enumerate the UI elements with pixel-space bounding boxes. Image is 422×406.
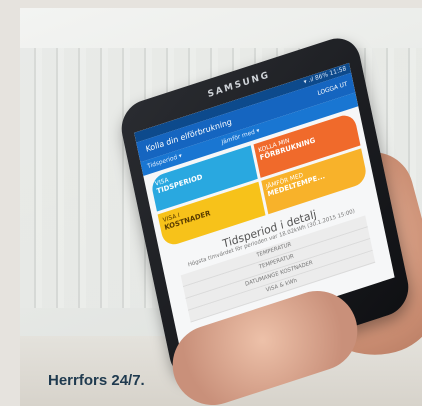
page: SAMSUNG ▾ .ıl 86% 11:58 Kolla din elförb…: [0, 0, 422, 406]
photo: SAMSUNG ▾ .ıl 86% 11:58 Kolla din elförb…: [20, 8, 422, 406]
caption: Herrfors 24/7.: [48, 372, 145, 389]
